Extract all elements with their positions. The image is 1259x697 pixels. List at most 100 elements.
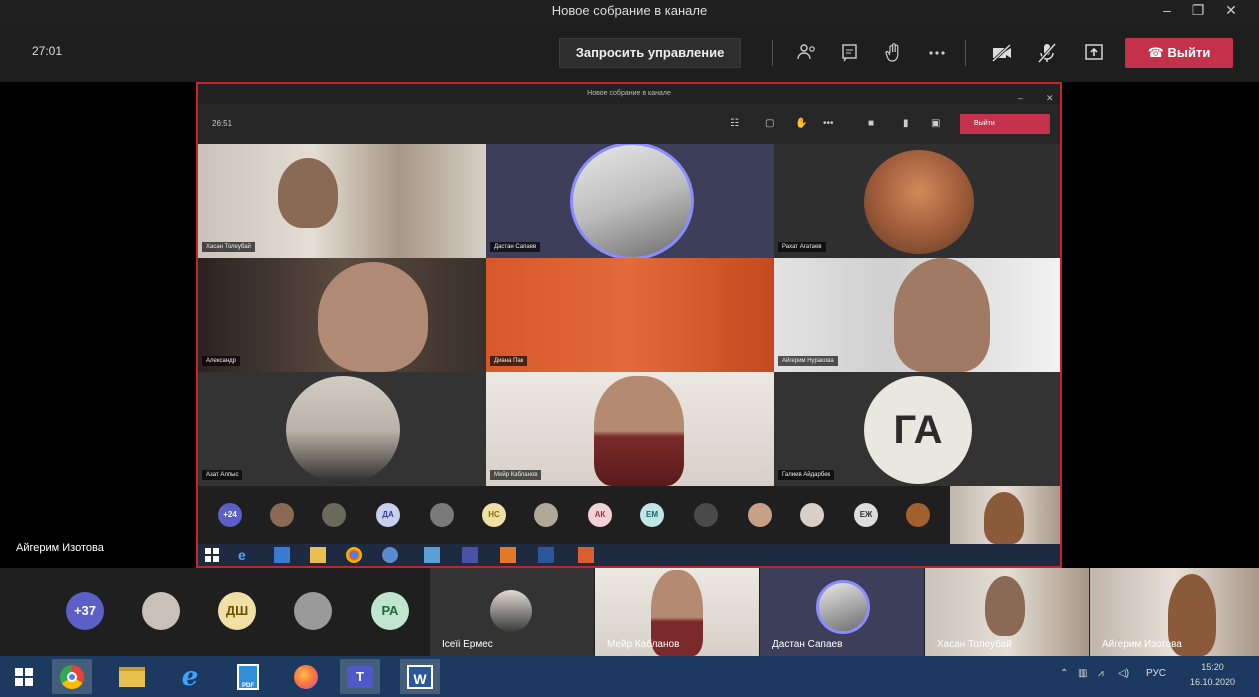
participant-name: Дастан Сапаев	[490, 242, 541, 252]
mic-off-icon[interactable]	[1035, 42, 1059, 64]
video-tile: Мейр Кабланов	[486, 372, 774, 486]
hang-up-icon: ☎	[1147, 45, 1164, 60]
participant-name: Рахат Агатаев	[778, 242, 826, 252]
maximize-button[interactable]: ❐	[1187, 2, 1209, 19]
close-window-button[interactable]: ✕	[1220, 2, 1242, 19]
participant-avatar: ЕЖ	[854, 503, 878, 527]
video-tile: Диана Пак	[486, 258, 774, 372]
clock-time: 15:20	[1201, 662, 1224, 672]
self-video-person	[984, 492, 1024, 544]
pdf-app-button[interactable]: PDF	[228, 659, 268, 694]
participant-name: Айгерим Нуракова	[778, 356, 838, 366]
shared-mic-icon: ▮	[903, 118, 909, 129]
participant-avatar	[270, 503, 294, 527]
app-icon	[500, 547, 516, 563]
windows-logo-icon	[15, 667, 33, 686]
participant-avatar	[490, 590, 532, 632]
clock-date: 16.10.2020	[1190, 677, 1236, 687]
participant-avatar: ЕМ	[640, 503, 664, 527]
shared-window-title: Новое собрание в канале	[587, 90, 671, 97]
participant-avatar	[694, 503, 718, 527]
participant-avatar[interactable]: ДШ	[218, 592, 256, 630]
minimize-button[interactable]: –	[1156, 2, 1178, 18]
participant-name: Мейр Кабланов	[490, 470, 542, 480]
tray-expand-icon[interactable]: ⌃	[1060, 668, 1068, 679]
overflow-count-button[interactable]: +37	[66, 592, 104, 630]
system-clock[interactable]: 15:20 16.10.2020	[1190, 660, 1235, 690]
participant-video	[594, 376, 684, 486]
chrome-icon-center	[67, 671, 77, 682]
shared-participants-icon: ☷	[730, 118, 739, 129]
participant-avatar	[430, 503, 454, 527]
video-tile[interactable]: Мейр Кабланов	[595, 568, 759, 656]
self-video-preview	[950, 486, 1060, 544]
file-explorer-button[interactable]	[112, 659, 152, 694]
video-tile[interactable]: Дастан Сапаев	[760, 568, 924, 656]
shared-leave-button: Выйти	[960, 114, 1050, 134]
participant-avatar: НС	[482, 503, 506, 527]
leave-button[interactable]: ☎ Выйти	[1125, 38, 1233, 68]
more-actions-icon[interactable]	[925, 42, 949, 64]
network-icon[interactable]: ▥	[1078, 668, 1087, 679]
request-control-button[interactable]: Запросить управление	[559, 38, 741, 68]
participant-avatar[interactable]	[294, 592, 332, 630]
video-tile[interactable]: Хасан Толеубай	[925, 568, 1089, 656]
pdf-icon: PDF	[237, 663, 259, 690]
participant-avatar	[748, 503, 772, 527]
shared-participant-strip: +24 ДА НС АК ЕМ ЕЖ	[198, 486, 1060, 544]
shared-window-title-bar: Новое собрание в канале – ✕	[198, 84, 1060, 104]
firefox-icon	[294, 664, 318, 689]
chrome-icon	[346, 547, 362, 563]
participants-icon[interactable]	[795, 42, 819, 64]
teams-taskbar-button[interactable]: T	[340, 659, 380, 694]
chat-icon[interactable]	[838, 42, 862, 64]
windows-taskbar: e PDF T W ⌃ ▥ ⩘ ◁) РУС 15:20 16.10.2020	[0, 656, 1259, 697]
overflow-count-avatar: +24	[218, 503, 242, 527]
shared-chat-icon: ▢	[765, 118, 775, 129]
camera-off-icon[interactable]	[990, 42, 1014, 64]
video-tile: Александр	[198, 258, 486, 372]
stage-left-background	[0, 82, 196, 566]
participant-avatar	[864, 150, 974, 254]
participant-name: Галиев Айдарбек	[778, 470, 835, 480]
participant-avatar: ДА	[376, 503, 400, 527]
participant-avatar	[906, 503, 930, 527]
share-screen-icon[interactable]	[1082, 42, 1106, 64]
word-icon	[538, 547, 554, 563]
shared-hand-icon: ✋	[795, 118, 808, 129]
word-taskbar-button[interactable]: W	[400, 659, 440, 694]
word-icon: W	[407, 664, 433, 689]
video-tile: Хасан Толеубай	[198, 144, 486, 258]
participant-video	[894, 258, 990, 372]
teams-icon: T	[347, 665, 373, 688]
participant-avatar	[800, 503, 824, 527]
video-grid: Хасан Толеубай Дастан Сапаев Рахат Агата…	[198, 144, 1060, 486]
windows-start-button[interactable]	[4, 659, 44, 694]
shared-camera-icon: ■	[868, 118, 875, 129]
participant-name: Александр	[202, 356, 241, 366]
video-tile[interactable]: Ісеїі Ермес	[430, 568, 594, 656]
meeting-timer: 27:01	[32, 44, 63, 58]
participant-name: Айгерим Изотова	[1102, 639, 1182, 650]
volume-icon[interactable]: ◁)	[1118, 668, 1129, 679]
internet-explorer-button[interactable]: e	[170, 659, 210, 694]
stage-right-background	[1062, 82, 1259, 568]
shared-share-icon: ▣	[931, 118, 941, 129]
wifi-icon[interactable]: ⩘	[1098, 668, 1104, 679]
video-tile[interactable]: Айгерим Изотова	[1090, 568, 1259, 656]
video-tile: Рахат Агатаев	[774, 144, 1060, 258]
participant-name: Хасан Толеубай	[202, 242, 255, 252]
participant-name: Диана Пак	[490, 356, 528, 366]
shared-timer: 26:51	[212, 119, 233, 128]
windows-start-icon	[204, 547, 220, 563]
folder-icon	[119, 666, 145, 687]
raise-hand-icon[interactable]	[882, 42, 906, 64]
toolbar-divider	[772, 40, 773, 66]
chrome-taskbar-button[interactable]	[52, 659, 92, 694]
participant-avatar[interactable]: РА	[371, 592, 409, 630]
shared-more-icon: •••	[823, 118, 834, 129]
language-indicator[interactable]: РУС	[1146, 668, 1166, 679]
participant-avatar[interactable]	[142, 592, 180, 630]
participant-name: Ісеїі Ермес	[442, 639, 493, 650]
firefox-button[interactable]	[286, 659, 326, 694]
